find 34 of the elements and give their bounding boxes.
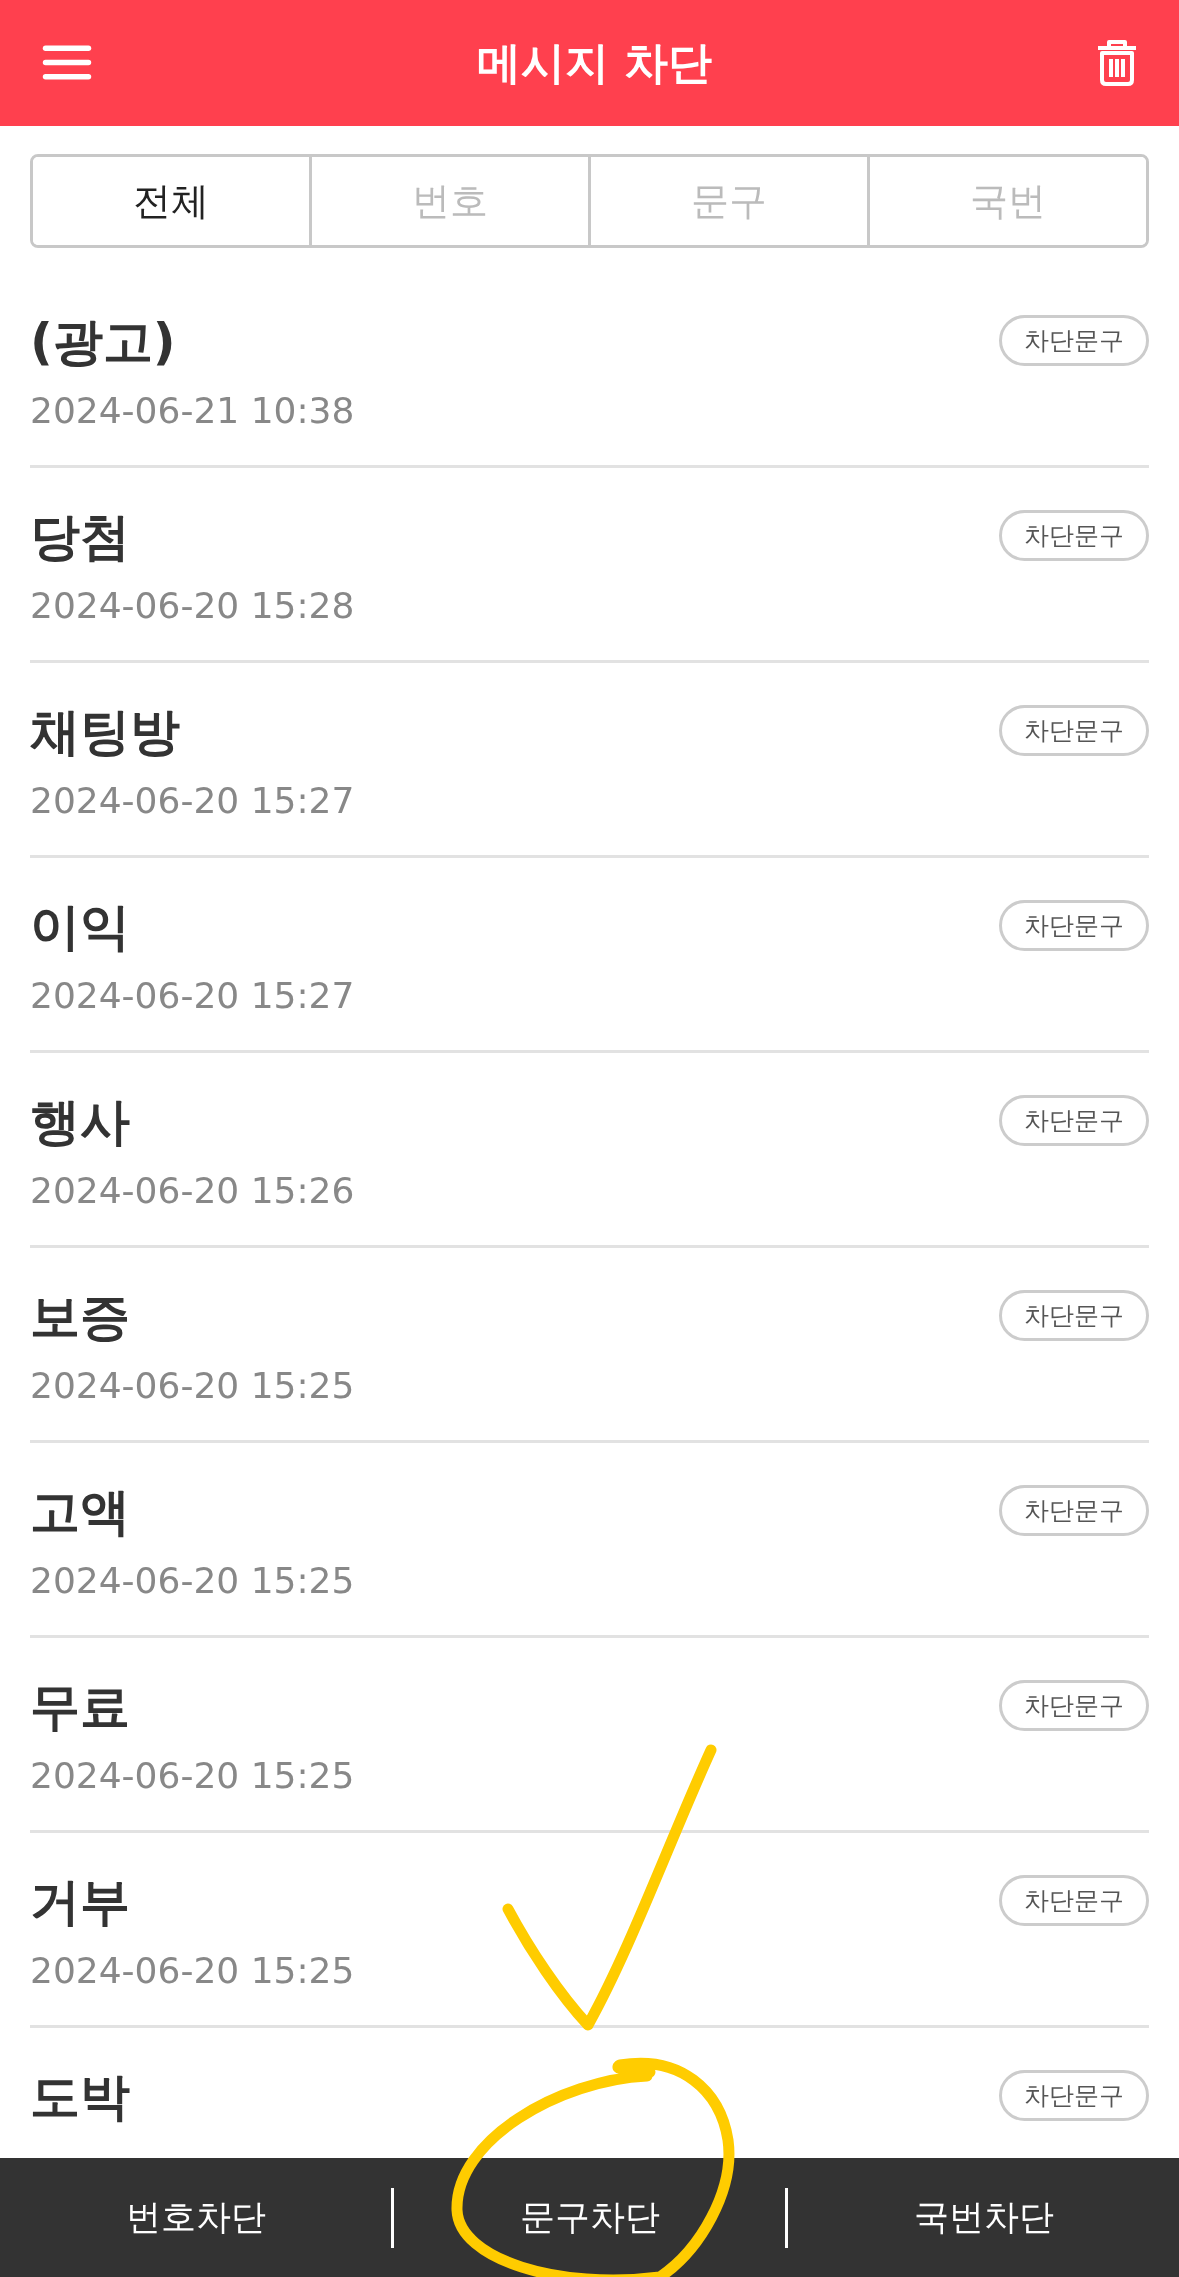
- type-badge: 차단문구: [999, 900, 1149, 951]
- blocked-phrase: 고액: [30, 1485, 131, 1540]
- blocked-date: 2024-06-20 15:26: [30, 1170, 355, 1211]
- blocked-phrase: 보증: [30, 1290, 131, 1345]
- blocked-phrase: 이익: [30, 900, 131, 955]
- type-badge: 차단문구: [999, 1290, 1149, 1341]
- blocked-phrase: 도박: [30, 2070, 130, 2125]
- blocked-phrase: 무료: [30, 1680, 131, 1735]
- blocked-date: 2024-06-20 15:25: [30, 1755, 355, 1796]
- blocked-phrase: 거부: [30, 1875, 131, 1930]
- blocked-phrase: 당첨: [30, 510, 131, 565]
- type-badge: 차단문구: [999, 705, 1149, 756]
- bottom-action-button[interactable]: 국번차단: [788, 2174, 1179, 2261]
- bottom-action-button[interactable]: 번호차단: [0, 2174, 391, 2261]
- blocked-date: 2024-06-20 15:25: [30, 1365, 355, 1406]
- type-badge: 차단문구: [999, 315, 1149, 366]
- screen-title: 메시지 차단: [476, 35, 713, 90]
- blocked-date: 2024-06-20 15:25: [30, 1560, 355, 1601]
- type-badge: 차단문구: [999, 1485, 1149, 1536]
- type-badge: 차단문구: [999, 1095, 1149, 1146]
- bottom-action-button[interactable]: 문구차단: [394, 2174, 785, 2261]
- trash-icon[interactable]: [1095, 38, 1139, 88]
- type-badge: 차단문구: [999, 1680, 1149, 1731]
- blocked-phrase: (광고): [30, 315, 177, 370]
- blocked-date: 2024-06-20 15:27: [30, 975, 355, 1016]
- blocked-date: 2024-06-20 15:25: [30, 1950, 355, 1991]
- blocked-phrase: 행사: [30, 1095, 131, 1150]
- type-badge: 차단문구: [999, 2070, 1149, 2121]
- type-badge: 차단문구: [999, 1875, 1149, 1926]
- type-badge: 차단문구: [999, 510, 1149, 561]
- blocked-date: 2024-06-20 15:28: [30, 585, 355, 626]
- blocked-date: 2024-06-20 15:27: [30, 780, 355, 821]
- blocked-date: 2024-06-21 10:38: [30, 390, 355, 431]
- blocked-phrase: 채팅방: [30, 705, 181, 760]
